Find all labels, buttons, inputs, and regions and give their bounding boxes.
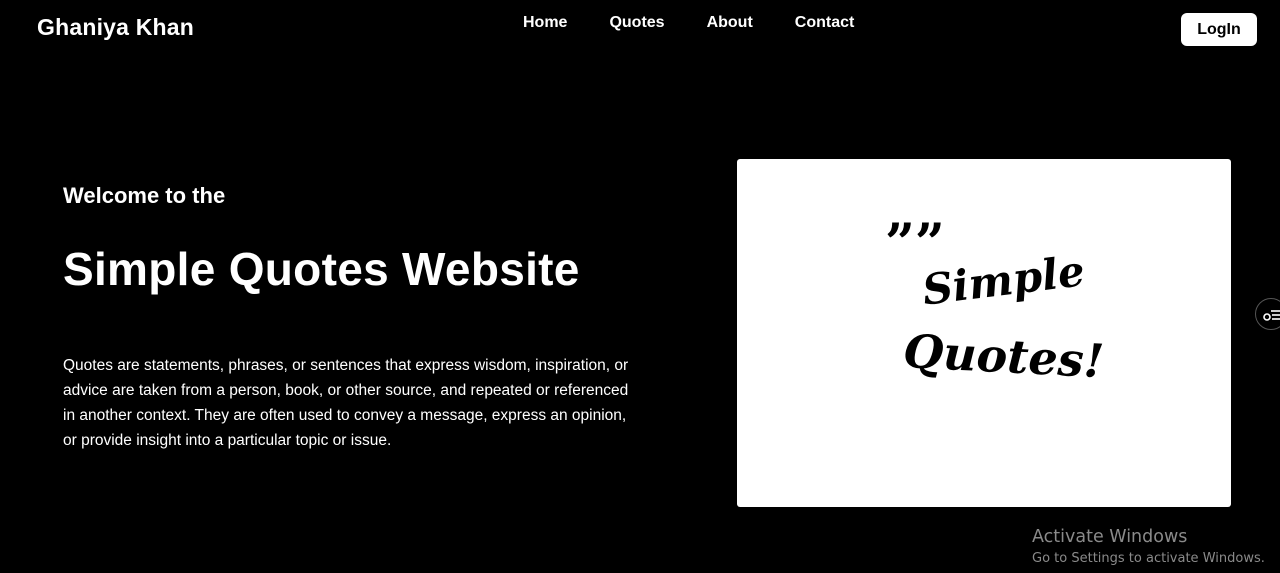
hero-title: Simple Quotes Website [63, 243, 580, 295]
nav-home[interactable]: Home [523, 14, 567, 32]
nav-quotes[interactable]: Quotes [609, 14, 664, 32]
activate-windows-subtitle: Go to Settings to activate Windows. [1032, 551, 1265, 566]
hero-image: ”” Simple Quotes! [737, 159, 1231, 507]
hero-description: Quotes are statements, phrases, or sente… [63, 357, 629, 449]
activate-windows-title: Activate Windows [1032, 527, 1188, 547]
nav-contact[interactable]: Contact [795, 14, 855, 32]
brand-name[interactable]: Ghaniya Khan [37, 14, 194, 41]
logo-line2: Quotes! [902, 324, 1105, 388]
main-nav: Home Quotes About Contact [523, 14, 854, 32]
login-button[interactable]: LogIn [1181, 13, 1257, 46]
nav-about[interactable]: About [707, 14, 753, 32]
settings-sliders-icon [1263, 310, 1280, 321]
side-widget-button[interactable] [1255, 298, 1280, 330]
hero-eyebrow: Welcome to the [63, 183, 226, 208]
logo-line1: Simple [920, 246, 1088, 314]
simple-quotes-logo: ”” Simple Quotes! [885, 213, 1105, 388]
